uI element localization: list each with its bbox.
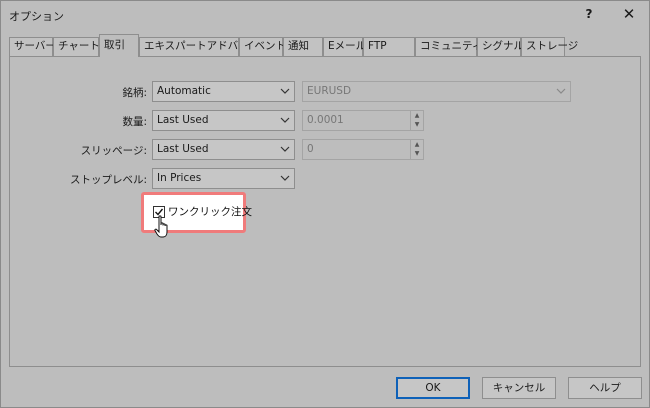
stop-level-value: In Prices <box>157 172 202 184</box>
slippage-mode-value: Last Used <box>157 143 209 155</box>
slippage-mode-select[interactable]: Last Used <box>152 139 295 160</box>
trade-panel <box>9 56 641 367</box>
window-title: オプション <box>9 10 64 23</box>
chevron-down-icon <box>280 88 290 94</box>
symbol-label: 銘柄: <box>122 87 147 99</box>
slippage-label: スリッページ: <box>80 145 147 157</box>
slippage-spin-buttons[interactable]: ▲ ▼ <box>410 140 423 159</box>
stop-level-select[interactable]: In Prices <box>152 168 295 189</box>
hand-cursor-icon <box>154 215 168 238</box>
volume-spin-buttons[interactable]: ▲ ▼ <box>410 111 423 130</box>
ok-button[interactable]: OK <box>396 377 470 399</box>
chevron-down-icon <box>280 175 290 181</box>
slippage-value: 0 <box>307 143 314 155</box>
symbol-mode-value: Automatic <box>157 85 211 97</box>
volume-mode-value: Last Used <box>157 114 209 126</box>
volume-stepper[interactable]: 0.0001 ▲ ▼ <box>302 110 424 131</box>
spin-down-icon[interactable]: ▼ <box>411 149 423 158</box>
tab-trade[interactable]: 取引 <box>99 34 139 57</box>
symbol-select[interactable]: EURUSD <box>302 81 571 102</box>
slippage-stepper[interactable]: 0 ▲ ▼ <box>302 139 424 160</box>
close-icon[interactable]: ✕ <box>619 4 639 24</box>
volume-label: 数量: <box>122 116 147 128</box>
tab-email[interactable]: Eメール <box>323 37 366 56</box>
chevron-down-icon <box>556 88 566 94</box>
tab-ftp[interactable]: FTP <box>363 37 415 56</box>
symbol-mode-select[interactable]: Automatic <box>152 81 295 102</box>
tab-storage[interactable]: ストレージ <box>521 37 578 56</box>
one-click-label[interactable]: ワンクリック注文 <box>168 204 252 219</box>
chevron-down-icon <box>280 146 290 152</box>
help-button[interactable]: ヘルプ <box>568 377 642 399</box>
tab-server[interactable]: サーバー <box>9 37 56 56</box>
spin-down-icon[interactable]: ▼ <box>411 120 423 129</box>
tab-signals[interactable]: シグナル <box>477 37 524 56</box>
spin-up-icon[interactable]: ▲ <box>411 111 423 120</box>
spin-up-icon[interactable]: ▲ <box>411 140 423 149</box>
stop-level-label: ストップレベル: <box>69 174 147 186</box>
tab-community[interactable]: コミュニティー <box>415 37 493 56</box>
volume-value: 0.0001 <box>307 114 344 126</box>
tab-expert-advisors[interactable]: エキスパートアドバイザ <box>139 37 259 56</box>
help-icon[interactable]: ? <box>579 4 599 24</box>
chevron-down-icon <box>280 117 290 123</box>
tab-chart[interactable]: チャート <box>53 37 100 56</box>
tab-events[interactable]: イベント <box>239 37 286 56</box>
symbol-value: EURUSD <box>307 85 352 97</box>
tab-notifications[interactable]: 通知 <box>283 37 323 56</box>
cancel-button[interactable]: キャンセル <box>482 377 556 399</box>
title-bar: オプション ? ✕ <box>1 1 649 29</box>
options-dialog: オプション ? ✕ サーバー チャート 取引 エキスパートアドバイザ イベント … <box>0 0 650 408</box>
volume-mode-select[interactable]: Last Used <box>152 110 295 131</box>
